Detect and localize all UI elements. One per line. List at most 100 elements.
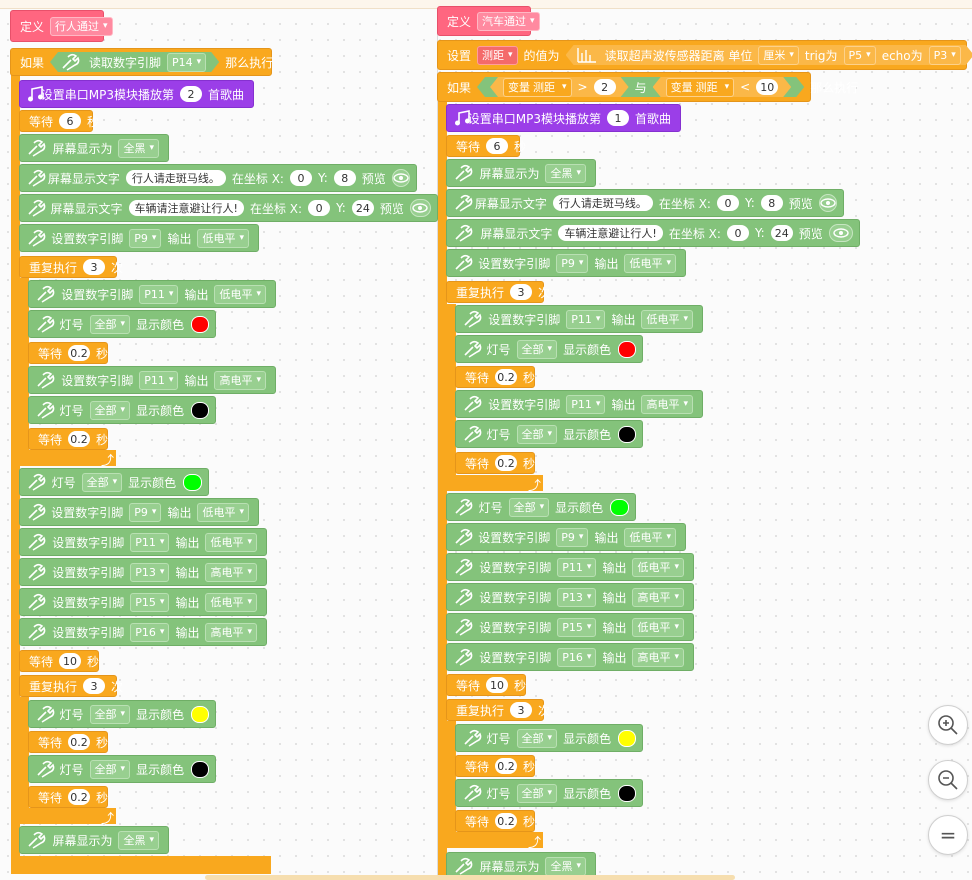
color-swatch[interactable] bbox=[191, 705, 209, 723]
wait-value[interactable]: 0.2 bbox=[68, 431, 91, 447]
variable-reporter[interactable]: 变量 测距 bbox=[503, 78, 572, 97]
light-color-block[interactable]: 灯号 全部 显示颜色 bbox=[28, 700, 216, 728]
echo-dropdown[interactable]: P3 bbox=[929, 46, 961, 65]
screen-show-block[interactable]: 屏幕显示为 全黑 bbox=[19, 134, 169, 162]
repeat-block-1[interactable]: 重复执行 3 次 bbox=[446, 281, 550, 303]
screen-text-block-1[interactable]: 屏幕显示文字 行人请走斑马线。 在坐标 X: 0 Y: 8 预览 bbox=[19, 164, 417, 192]
level-dropdown[interactable]: 低电平 bbox=[197, 228, 249, 248]
level-dropdown[interactable]: 低电平 bbox=[632, 557, 684, 577]
pin-dropdown[interactable]: P9 bbox=[556, 253, 589, 273]
color-swatch[interactable] bbox=[618, 425, 636, 443]
if-block[interactable]: 如果 变量测距 > 2 与 变量测距 < 10 那么执行 bbox=[437, 72, 858, 102]
screen-text-input[interactable]: 行人请走斑马线。 bbox=[552, 195, 653, 211]
light-dropdown[interactable]: 全部 bbox=[516, 424, 558, 444]
level-dropdown[interactable]: 低电平 bbox=[205, 592, 257, 612]
color-swatch[interactable] bbox=[191, 760, 209, 778]
light-dropdown[interactable]: 全部 bbox=[516, 339, 558, 359]
screen-mode-dropdown[interactable]: 全黑 bbox=[118, 138, 159, 158]
screen-text-input[interactable]: 车辆注意避让行人! bbox=[558, 225, 663, 241]
compare-value[interactable]: 2 bbox=[594, 79, 616, 95]
level-dropdown[interactable]: 高电平 bbox=[632, 587, 684, 607]
wait-value[interactable]: 0.2 bbox=[68, 345, 91, 361]
light-color-block[interactable]: 灯号 全部 显示颜色 bbox=[28, 396, 216, 424]
set-pin-block[interactable]: 设置数字引脚 P9 输出 低电平 bbox=[19, 498, 259, 526]
set-pin-block[interactable]: 设置数字引脚 P11 输出 高电平 bbox=[455, 390, 703, 418]
coord-y-input[interactable]: 8 bbox=[333, 170, 356, 186]
color-swatch[interactable] bbox=[618, 729, 636, 747]
level-dropdown[interactable]: 高电平 bbox=[205, 622, 257, 642]
mp3-number[interactable]: 2 bbox=[179, 86, 202, 102]
wait-block[interactable]: 等待 10 秒 bbox=[19, 650, 99, 672]
light-color-block[interactable]: 灯号 全部 显示颜色 bbox=[455, 779, 643, 807]
level-dropdown[interactable]: 低电平 bbox=[641, 309, 693, 329]
set-pin-block[interactable]: 设置数字引脚 P11 输出 低电平 bbox=[19, 528, 267, 556]
screen-mode-dropdown[interactable]: 全黑 bbox=[118, 830, 159, 850]
color-swatch[interactable] bbox=[191, 315, 209, 333]
light-dropdown[interactable]: 全部 bbox=[508, 497, 550, 517]
level-dropdown[interactable]: 高电平 bbox=[632, 647, 684, 667]
repeat-count[interactable]: 3 bbox=[83, 259, 106, 275]
coord-y-input[interactable]: 24 bbox=[351, 200, 374, 216]
repeat-count[interactable]: 3 bbox=[510, 284, 533, 300]
eye-icon[interactable] bbox=[409, 199, 431, 217]
horizontal-scrollbar[interactable] bbox=[205, 875, 735, 880]
pin-dropdown[interactable]: P11 bbox=[139, 370, 179, 390]
if-block[interactable]: 如果 读取数字引脚 P14 那么执行 bbox=[10, 48, 273, 76]
coord-x-input[interactable]: 0 bbox=[716, 195, 739, 211]
variable-dropdown[interactable]: 测距 bbox=[477, 45, 518, 65]
light-color-block[interactable]: 灯号 全部 显示颜色 bbox=[455, 724, 643, 752]
level-dropdown[interactable]: 高电平 bbox=[205, 562, 257, 582]
repeat-block-1[interactable]: 重复执行 3 次 bbox=[19, 256, 123, 278]
set-pin-block[interactable]: 设置数字引脚 P11 输出 低电平 bbox=[446, 553, 694, 581]
wait-value[interactable]: 0.2 bbox=[68, 789, 91, 805]
pin-dropdown[interactable]: P11 bbox=[557, 557, 597, 577]
light-color-block[interactable]: 灯号 全部 显示颜色 bbox=[28, 755, 216, 783]
compare-value[interactable]: 10 bbox=[756, 79, 778, 95]
pin-dropdown[interactable]: P11 bbox=[566, 309, 606, 329]
set-pin-block[interactable]: 设置数字引脚 P13 输出 高电平 bbox=[446, 583, 694, 611]
mp3-number[interactable]: 1 bbox=[606, 110, 629, 126]
repeat-block-2[interactable]: 重复执行 3 次 bbox=[446, 699, 550, 721]
wait-block[interactable]: 等待 6 秒 bbox=[446, 135, 526, 157]
set-pin-block[interactable]: 设置数字引脚 P11 输出 低电平 bbox=[28, 280, 276, 308]
screen-text-input[interactable]: 行人请走斑马线。 bbox=[125, 170, 226, 186]
repeat-count[interactable]: 3 bbox=[510, 702, 533, 718]
ultrasonic-reporter[interactable]: 读取超声波传感器距离 单位 厘米 trig为 P5 echo为 P3 bbox=[566, 45, 972, 65]
wait-block[interactable]: 等待 0.2 秒 bbox=[28, 342, 108, 364]
wait-block[interactable]: 等待 0.2 秒 bbox=[28, 428, 108, 450]
light-color-block[interactable]: 灯号 全部 显示颜色 bbox=[455, 335, 643, 363]
light-dropdown[interactable]: 全部 bbox=[89, 314, 131, 334]
zoom-reset-button[interactable]: = bbox=[928, 815, 968, 855]
set-pin-block[interactable]: 设置数字引脚 P16 输出 高电平 bbox=[446, 643, 694, 671]
pin-dropdown[interactable]: P15 bbox=[130, 592, 170, 612]
pin-dropdown[interactable]: P11 bbox=[566, 394, 606, 414]
pin-dropdown[interactable]: P13 bbox=[130, 562, 170, 582]
screen-show-block[interactable]: 屏幕显示为 全黑 bbox=[446, 159, 596, 187]
light-color-block[interactable]: 灯号 全部 显示颜色 bbox=[19, 468, 209, 496]
set-pin-block[interactable]: 设置数字引脚 P9 输出 低电平 bbox=[446, 523, 686, 551]
mp3-play-block[interactable]: 设置串口MP3模块播放第 1 首歌曲 bbox=[446, 104, 681, 132]
wait-block[interactable]: 等待 0.2 秒 bbox=[28, 731, 108, 753]
wait-value[interactable]: 10 bbox=[59, 653, 82, 669]
set-variable-block[interactable]: 设置 测距 的值为 读取超声波传感器距离 单位 厘米 trig为 P5 echo… bbox=[437, 40, 967, 70]
coord-x-input[interactable]: 0 bbox=[289, 170, 312, 186]
set-pin-block[interactable]: 设置数字引脚 P15 输出 低电平 bbox=[446, 613, 694, 641]
eye-icon[interactable] bbox=[828, 224, 853, 242]
color-swatch[interactable] bbox=[618, 340, 636, 358]
repeat-count[interactable]: 3 bbox=[83, 678, 106, 694]
screen-mode-dropdown[interactable]: 全黑 bbox=[545, 856, 586, 876]
wait-block[interactable]: 等待 0.2 秒 bbox=[28, 786, 108, 808]
light-dropdown[interactable]: 全部 bbox=[89, 400, 131, 420]
set-pin-block[interactable]: 设置数字引脚 P11 输出 高电平 bbox=[28, 366, 276, 394]
pin-dropdown[interactable]: P9 bbox=[129, 228, 162, 248]
eye-icon[interactable] bbox=[818, 194, 837, 212]
wait-block[interactable]: 等待 0.2 秒 bbox=[455, 810, 535, 832]
define-block[interactable]: 定义 汽车通过 bbox=[437, 6, 540, 36]
screen-show-block[interactable]: 屏幕显示为 全黑 bbox=[19, 826, 169, 854]
read-pin-condition[interactable]: 读取数字引脚 P14 bbox=[50, 52, 219, 72]
screen-text-input[interactable]: 车辆请注意避让行人! bbox=[128, 200, 244, 216]
pin-dropdown[interactable]: P11 bbox=[139, 284, 179, 304]
light-dropdown[interactable]: 全部 bbox=[516, 783, 558, 803]
set-pin-block[interactable]: 设置数字引脚 P9 输出 低电平 bbox=[19, 224, 259, 252]
pin-dropdown[interactable]: P16 bbox=[130, 622, 170, 642]
